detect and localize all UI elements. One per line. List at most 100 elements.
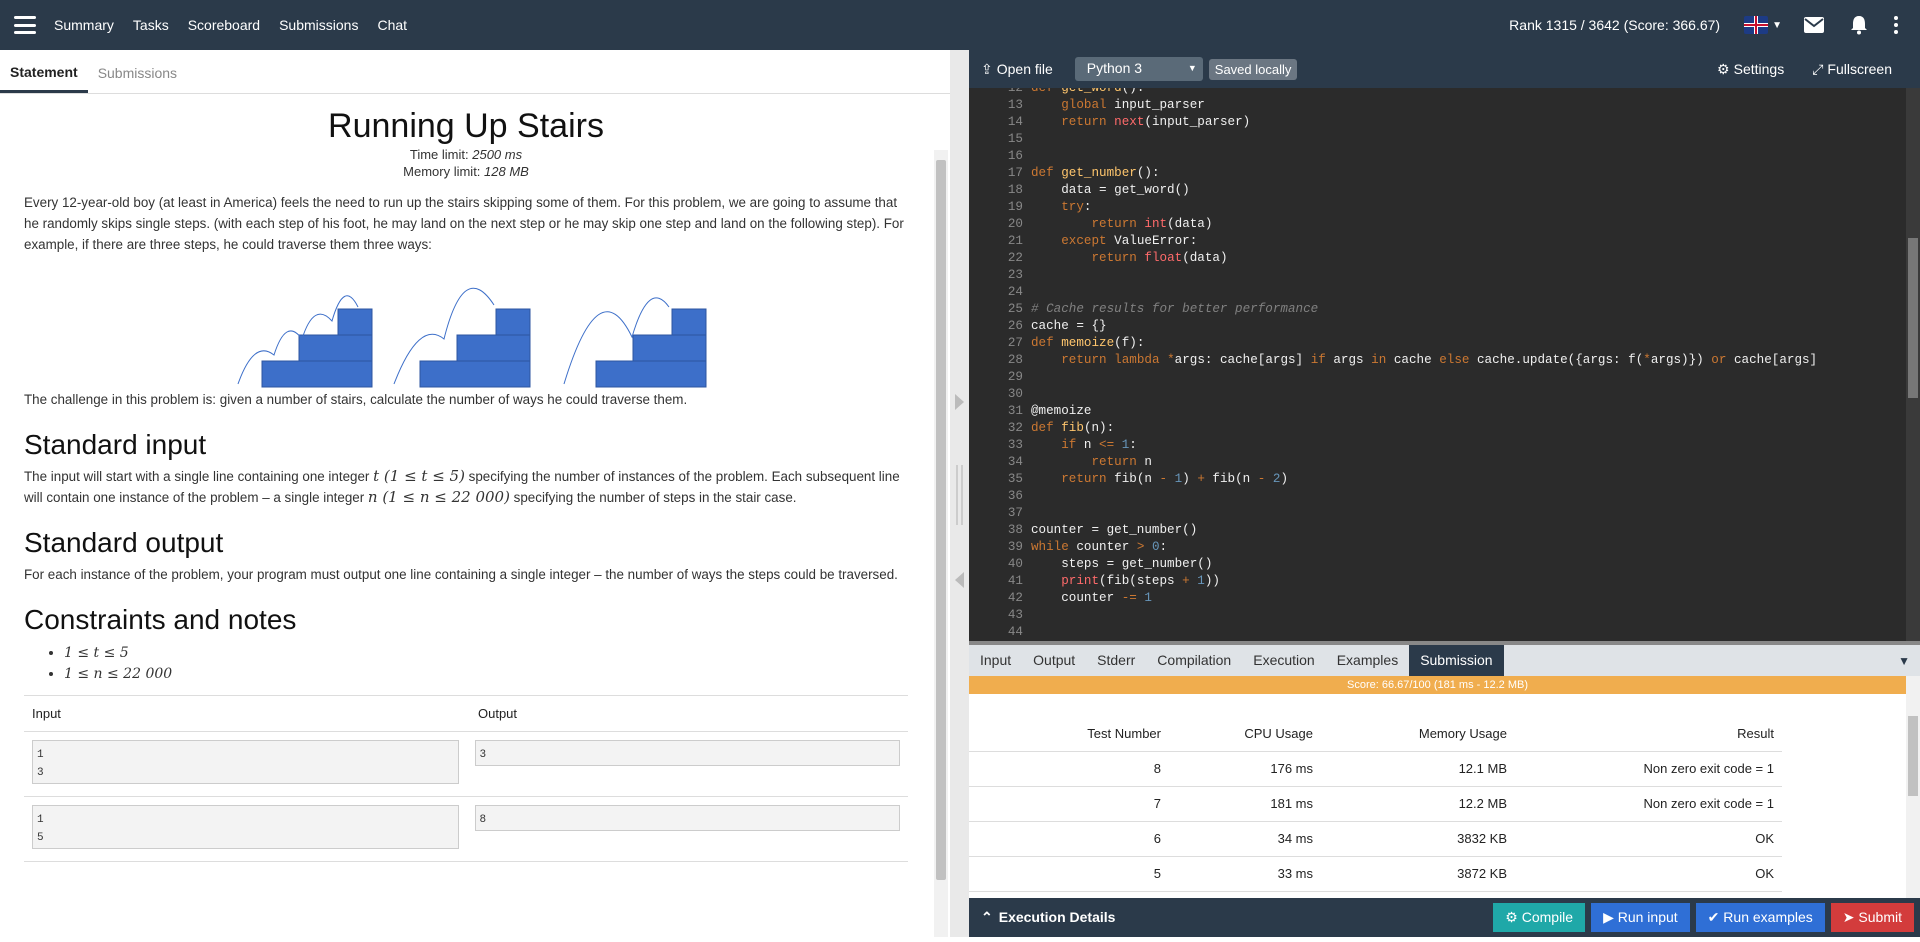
example-output-box[interactable]: 8 bbox=[474, 805, 900, 831]
constraint-item: 1 ≤ t ≤ 5 bbox=[64, 643, 908, 664]
intro-paragraph: Every 12-year-old boy (at least in Ameri… bbox=[24, 195, 904, 252]
submit-button[interactable]: ➤ Submit bbox=[1830, 903, 1914, 932]
line-number: 20 bbox=[1007, 217, 1023, 231]
tab-examples[interactable]: Examples bbox=[1326, 645, 1409, 676]
cell-memory: 12.1 MB bbox=[1321, 751, 1515, 787]
input-text-3: specifying the number of steps in the st… bbox=[509, 490, 797, 505]
code-editor[interactable]: 12 13 14 15 16 17 18 19 20 21 22 23 24 2… bbox=[969, 88, 1920, 641]
output-tabs: Input Output Stderr Compilation Executio… bbox=[969, 641, 1920, 676]
line-number: 40 bbox=[1007, 557, 1023, 571]
cell-result: Non zero exit code = 1 bbox=[1515, 786, 1782, 822]
table-row: 7 181 ms 12.2 MB Non zero exit code = 1 bbox=[969, 786, 1782, 822]
cell-cpu: 33 ms bbox=[1169, 856, 1321, 892]
line-number: 15 bbox=[1007, 132, 1023, 146]
nav-submissions[interactable]: Submissions bbox=[279, 17, 358, 33]
example-row: 1 5 8 bbox=[24, 797, 908, 862]
constraint-item: 1 ≤ n ≤ 22 000 bbox=[64, 664, 908, 685]
fullscreen-label: Fullscreen bbox=[1827, 60, 1892, 77]
compile-button[interactable]: ⚙ Compile bbox=[1493, 903, 1586, 932]
line-number: 13 bbox=[1007, 98, 1023, 112]
play-icon: ▶ bbox=[1603, 909, 1618, 925]
run-input-button[interactable]: ▶ Run input bbox=[1591, 903, 1690, 932]
bell-icon[interactable] bbox=[1850, 15, 1868, 35]
line-number: 21 bbox=[1007, 234, 1023, 248]
mail-icon[interactable] bbox=[1804, 17, 1824, 33]
line-number: 31 bbox=[1007, 404, 1023, 418]
examples-table: Input Output 1 3 3 1 5 8 bbox=[24, 695, 908, 862]
statement-scrollbar[interactable] bbox=[934, 150, 948, 937]
io-header-input: Input bbox=[32, 706, 61, 721]
panel-splitter[interactable] bbox=[950, 50, 969, 937]
execution-details-toggle[interactable]: ⌃ Execution Details bbox=[981, 909, 1115, 926]
line-number: 23 bbox=[1007, 268, 1023, 282]
line-number: 29 bbox=[1007, 370, 1023, 384]
cell-memory: 3832 KB bbox=[1321, 821, 1515, 857]
cell-cpu: 176 ms bbox=[1169, 751, 1321, 787]
output-heading: Standard output bbox=[24, 527, 224, 558]
input-paragraph: The input will start with a single line … bbox=[24, 466, 908, 508]
tab-input[interactable]: Input bbox=[969, 645, 1022, 676]
line-number: 35 bbox=[1007, 472, 1023, 486]
upload-icon[interactable]: ⇪ bbox=[981, 61, 993, 78]
nav-summary[interactable]: Summary bbox=[54, 17, 114, 33]
cell-result: OK bbox=[1515, 856, 1782, 892]
fullscreen-button[interactable]: ⤢ Fullscreen bbox=[1812, 61, 1906, 78]
table-row: 5 33 ms 3872 KB OK bbox=[969, 856, 1782, 892]
example-output-box[interactable]: 3 bbox=[474, 740, 900, 766]
cell-memory: 3872 KB bbox=[1321, 856, 1515, 892]
cell-memory: 12.2 MB bbox=[1321, 786, 1515, 822]
tab-statement[interactable]: Statement bbox=[0, 64, 88, 93]
tab-submission[interactable]: Submission bbox=[1409, 645, 1504, 676]
line-number: 12 bbox=[1007, 88, 1023, 95]
line-number: 14 bbox=[1007, 115, 1023, 129]
tab-execution[interactable]: Execution bbox=[1242, 645, 1325, 676]
line-number: 27 bbox=[1007, 336, 1023, 350]
line-number: 19 bbox=[1007, 200, 1023, 214]
example-input-box[interactable]: 1 5 bbox=[32, 805, 459, 849]
results-scrollbar[interactable] bbox=[1906, 676, 1920, 898]
tab-compilation[interactable]: Compilation bbox=[1146, 645, 1242, 676]
score-bar: Score: 66.67/100 (181 ms - 12.2 MB) bbox=[969, 676, 1906, 694]
problem-title: Running Up Stairs bbox=[328, 107, 604, 145]
example-row: 1 3 3 bbox=[24, 732, 908, 797]
nav-tasks[interactable]: Tasks bbox=[133, 17, 169, 33]
chevron-down-icon: ▼ bbox=[1187, 63, 1197, 73]
tab-submissions[interactable]: Submissions bbox=[88, 65, 187, 93]
cell-result: OK bbox=[1515, 821, 1782, 857]
menu-icon[interactable] bbox=[14, 16, 36, 34]
line-number: 33 bbox=[1007, 438, 1023, 452]
check-icon: ✔ bbox=[1707, 909, 1724, 925]
statement-content: Running Up Stairs Time limit: 2500 ms Me… bbox=[0, 94, 932, 937]
input-math-2: n (1 ≤ n ≤ 22 000) bbox=[367, 488, 510, 506]
line-number: 37 bbox=[1007, 506, 1023, 520]
run-examples-button[interactable]: ✔ Run examples bbox=[1695, 903, 1825, 932]
settings-button[interactable]: ⚙ Settings bbox=[1717, 61, 1798, 78]
tab-stderr[interactable]: Stderr bbox=[1086, 645, 1146, 676]
cell-cpu: 181 ms bbox=[1169, 786, 1321, 822]
more-vertical-icon[interactable] bbox=[1894, 16, 1898, 34]
example-input-box[interactable]: 1 3 bbox=[32, 740, 459, 784]
stairs-illustration bbox=[24, 259, 908, 389]
col-result: Result bbox=[1515, 716, 1782, 752]
cell-test: 5 bbox=[969, 856, 1169, 892]
statement-tabs: Statement Submissions bbox=[0, 50, 950, 94]
run-input-label: Run input bbox=[1617, 909, 1678, 925]
chevron-down-icon[interactable]: ▼ bbox=[1898, 654, 1910, 668]
memory-limit-label: Memory limit: bbox=[403, 164, 485, 179]
chevron-down-icon[interactable]: ▼ bbox=[1772, 20, 1782, 31]
io-header-output: Output bbox=[478, 706, 518, 721]
line-number: 30 bbox=[1007, 387, 1023, 401]
expand-icon: ⤢ bbox=[1812, 60, 1824, 77]
rank-text: Rank 1315 / 3642 (Score: 366.67) bbox=[1509, 17, 1721, 33]
nav-chat[interactable]: Chat bbox=[377, 17, 407, 33]
table-row: 6 34 ms 3832 KB OK bbox=[969, 821, 1782, 857]
open-file-button[interactable]: Open file bbox=[997, 61, 1053, 77]
nav-scoreboard[interactable]: Scoreboard bbox=[188, 17, 260, 33]
language-select[interactable]: Python 3 ▼ bbox=[1074, 57, 1203, 81]
line-number: 39 bbox=[1007, 540, 1023, 554]
table-row: 8 176 ms 12.1 MB Non zero exit code = 1 bbox=[969, 751, 1782, 787]
editor-scrollbar[interactable] bbox=[1906, 88, 1920, 641]
tab-output[interactable]: Output bbox=[1022, 645, 1086, 676]
challenge-paragraph: The challenge in this problem is: given … bbox=[24, 392, 688, 407]
uk-flag-icon[interactable] bbox=[1744, 16, 1769, 34]
